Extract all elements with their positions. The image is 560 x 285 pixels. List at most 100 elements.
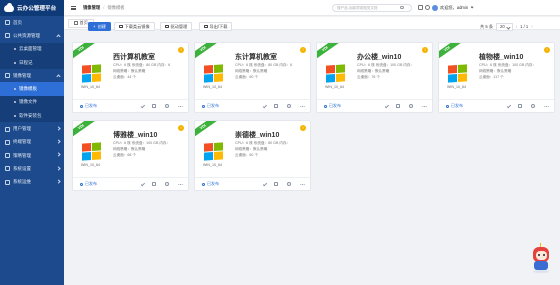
info-badge-icon[interactable]: ! <box>300 125 306 131</box>
sidebar-item-7[interactable]: 软件安装包 <box>0 109 64 123</box>
edit-icon[interactable] <box>262 104 267 108</box>
import-export-button[interactable]: 导出/下载 <box>199 22 233 31</box>
template-card[interactable]: VDI! WIN_10_64 博雅楼_win10 CPU：6 核 系统盘：100 GB… <box>72 120 189 191</box>
page-indicator: 1 / 1 <box>520 24 529 29</box>
template-card[interactable]: VDI! WIN_10_64 植物楼_win10 CPU：6 核 系统盘：100 GB… <box>438 42 555 113</box>
os-version: WIN_10_64 <box>81 85 100 89</box>
memory-spec: 内存： <box>279 141 291 145</box>
assistant-mascot[interactable] <box>530 243 552 273</box>
windows-logo-icon <box>82 142 101 161</box>
edit-icon[interactable] <box>140 182 145 186</box>
settings-icon <box>5 166 10 172</box>
download-icon <box>119 24 123 29</box>
disk-spec: 系统盘：80 GB <box>131 63 157 67</box>
next-page-icon[interactable]: › <box>531 24 532 29</box>
sidebar-item-6[interactable]: 镜像文件 <box>0 95 64 110</box>
copy-icon[interactable] <box>152 104 156 108</box>
more-icon[interactable] <box>300 105 305 107</box>
info-badge-icon[interactable]: ! <box>300 47 306 53</box>
sidebar-item-1[interactable]: 公共资源管理 <box>0 29 64 42</box>
cpu-spec: CPU：6 核 <box>235 141 253 145</box>
template-card[interactable]: VDI! WIN_10_64 东计算机教室 CPU：6 核 系统盘：80 GB 内存：… <box>194 42 311 113</box>
disk-spec: 系统盘：100 GB <box>131 141 159 145</box>
card-title[interactable]: 博雅楼_win10 <box>113 130 157 140</box>
vdi-ribbon: VDI <box>73 121 98 140</box>
sidebar-item-label: 公共资源管理 <box>13 32 40 38</box>
sync-icon[interactable] <box>287 104 291 108</box>
download-client-button[interactable]: 下载类云镜像 <box>114 22 155 31</box>
card-title[interactable]: 崇德楼_win10 <box>235 130 279 140</box>
sync-icon[interactable] <box>165 104 169 108</box>
sidebar-item-label: 云桌面管理 <box>19 46 42 52</box>
sync-icon[interactable] <box>531 104 535 108</box>
sync-icon[interactable] <box>409 104 413 108</box>
card-footer: 已发布 <box>195 177 310 190</box>
info-badge-icon[interactable]: ! <box>178 125 184 131</box>
page-size-select[interactable]: 20 <box>496 22 513 31</box>
sidebar-item-4[interactable]: 镜像管理 <box>0 69 64 82</box>
more-icon[interactable] <box>300 183 305 185</box>
sidebar-item-8[interactable]: 用户管理 <box>0 122 64 135</box>
sidebar: 云办公管理平台 首页 公共资源管理 云桌面管理 日程记 镜像管理 镜像模板 镜像文件 软件安装… <box>0 0 64 285</box>
template-card[interactable]: VDI! WIN_10_64 办公楼_win10 CPU：6 核 系统盘：100 GB… <box>316 42 433 113</box>
status-badge: 已发布 <box>80 181 97 187</box>
vdi-ribbon: VDI <box>195 43 220 62</box>
sidebar-item-label: 用户管理 <box>13 126 31 132</box>
info-badge-icon[interactable]: ! <box>178 47 184 53</box>
sidebar-item-5[interactable]: 镜像模板 <box>0 82 64 96</box>
sidebar-item-11[interactable]: 系统设置 <box>0 162 64 175</box>
card-title[interactable]: 西计算机教室 <box>113 52 155 62</box>
card-actions <box>384 104 427 108</box>
template-card[interactable]: VDI! WIN_10_64 西计算机教室 CPU：6 核 系统盘：80 GB 内存：… <box>72 42 189 113</box>
copy-icon[interactable] <box>274 104 278 108</box>
status-badge: 已发布 <box>202 103 219 109</box>
sidebar-item-10[interactable]: 策略管理 <box>0 149 64 162</box>
edit-icon[interactable] <box>384 104 389 108</box>
user-menu[interactable]: 欢迎您，admin <box>432 4 474 11</box>
group-manage-button[interactable]: 驱动管理 <box>160 22 193 31</box>
sidebar-item-0[interactable]: 首页 <box>0 16 64 29</box>
sidebar-item-3[interactable]: 日程记 <box>0 55 64 70</box>
card-title[interactable]: 办公楼_win10 <box>357 52 401 62</box>
info-badge-icon[interactable]: ! <box>544 47 550 53</box>
edit-icon[interactable] <box>140 104 145 108</box>
copy-icon[interactable] <box>518 104 522 108</box>
sync-icon[interactable] <box>165 182 169 186</box>
template-card[interactable]: VDI! WIN_10_64 崇德楼_win10 CPU：6 核 系统盘：80 GB … <box>194 120 311 191</box>
sidebar-item-2[interactable]: 云桌面管理 <box>0 42 64 56</box>
sidebar-item-9[interactable]: 终端管理 <box>0 136 64 149</box>
menu-toggle-icon[interactable] <box>71 5 76 10</box>
status-badge: 已发布 <box>324 103 341 109</box>
more-icon[interactable] <box>422 105 427 107</box>
copy-icon[interactable] <box>152 182 156 186</box>
fullscreen-icon[interactable] <box>418 5 423 10</box>
create-button[interactable]: + 创建 <box>88 22 111 31</box>
more-icon[interactable] <box>544 105 549 107</box>
ops-icon <box>5 179 10 185</box>
more-icon[interactable] <box>178 105 183 107</box>
edit-icon[interactable] <box>506 104 511 108</box>
chevron-right-icon <box>56 139 61 144</box>
chevron-right-icon <box>56 179 61 184</box>
card-actions <box>140 104 183 108</box>
card-footer: 已发布 <box>73 99 188 112</box>
card-actions <box>262 104 305 108</box>
info-badge-icon[interactable]: ! <box>422 47 428 53</box>
breadcrumb-item-2: 镜像模板 <box>107 4 125 10</box>
edit-icon[interactable] <box>262 182 267 186</box>
card-title[interactable]: 植物楼_win10 <box>479 52 523 62</box>
windows-logo-icon <box>82 64 101 83</box>
sidebar-item-12[interactable]: 系统运维 <box>0 176 64 189</box>
copy-icon[interactable] <box>396 104 400 108</box>
card-title[interactable]: 东计算机教室 <box>235 52 277 62</box>
sidebar-menu: 首页公共资源管理云桌面管理日程记镜像管理镜像模板 镜像文件 软件安装包用户管理终端管… <box>0 16 64 189</box>
breadcrumb-item-1[interactable]: 镜像管理 <box>83 5 100 11</box>
more-icon[interactable] <box>178 183 183 185</box>
search-icon[interactable] <box>400 5 404 10</box>
prev-page-icon[interactable]: ‹ <box>516 24 517 29</box>
copy-icon[interactable] <box>274 182 278 186</box>
notification-icon[interactable] <box>425 5 430 10</box>
sync-icon[interactable] <box>287 182 291 186</box>
desktop-count: 云桌面：117 个 <box>479 75 504 79</box>
sidebar-item-label: 镜像管理 <box>13 72 31 78</box>
